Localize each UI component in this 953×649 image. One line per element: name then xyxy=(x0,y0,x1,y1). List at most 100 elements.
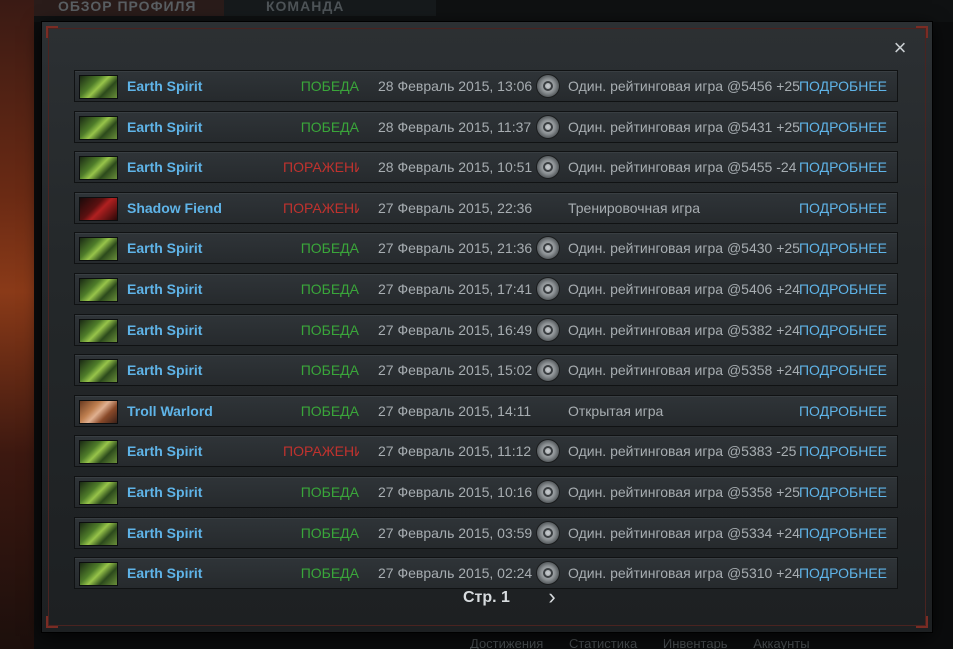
game-mode: Один. рейтинговая игра @5455 -24 xyxy=(568,159,797,176)
match-row[interactable]: Earth Spirit ПОРАЖЕНИ 28 Февраль 2015, 10:… xyxy=(74,151,898,184)
details-button[interactable]: ПОДРОБНЕЕ xyxy=(799,233,887,263)
hero-name[interactable]: Earth Spirit xyxy=(127,274,202,304)
match-date: 28 Февраль 2015, 10:51 xyxy=(378,159,533,176)
match-row[interactable]: Shadow Fiend ПОРАЖЕНИ 27 Февраль 2015, 22:… xyxy=(74,191,898,224)
game-mode: Один. рейтинговая игра @5358 +24 xyxy=(568,362,800,379)
match-date: 27 Февраль 2015, 15:02 xyxy=(378,362,533,379)
hero-name[interactable]: Earth Spirit xyxy=(127,355,202,385)
hero-portrait-icon xyxy=(79,156,118,181)
match-row[interactable]: Earth Spirit ПОБЕДА 27 Февраль 2015, 10:16… xyxy=(74,475,898,508)
ranked-badge-icon xyxy=(537,521,559,544)
hero-portrait-icon xyxy=(79,115,118,140)
background-scene xyxy=(0,0,34,649)
game-mode: Один. рейтинговая игра @5430 +25 xyxy=(568,240,800,257)
game-mode: Один. рейтинговая игра @5406 +24 xyxy=(568,280,800,297)
close-icon[interactable]: × xyxy=(890,37,910,59)
details-button[interactable]: ПОДРОБНЕЕ xyxy=(799,436,887,466)
ranked-badge-icon xyxy=(537,156,559,179)
details-button[interactable]: ПОДРОБНЕЕ xyxy=(799,355,887,385)
match-list: Earth Spirit ПОБЕДА 28 Февраль 2015, 13:06… xyxy=(74,70,898,598)
match-date: 27 Февраль 2015, 10:16 xyxy=(378,483,533,500)
details-button[interactable]: ПОДРОБНЕЕ xyxy=(799,71,887,101)
details-button[interactable]: ПОДРОБНЕЕ xyxy=(799,193,887,223)
ranked-badge-icon xyxy=(537,359,559,382)
details-button[interactable]: ПОДРОБНЕЕ xyxy=(799,396,887,426)
frame-corner xyxy=(916,616,928,628)
hero-name[interactable]: Earth Spirit xyxy=(127,71,202,101)
game-mode: Открытая игра xyxy=(568,402,664,419)
pagination: Стр. 1 › xyxy=(42,586,932,612)
match-row[interactable]: Earth Spirit ПОРАЖЕНИ 27 Февраль 2015, 11:… xyxy=(74,435,898,468)
hero-name[interactable]: Earth Spirit xyxy=(127,518,202,548)
hero-name[interactable]: Shadow Fiend xyxy=(127,193,222,223)
details-button[interactable]: ПОДРОБНЕЕ xyxy=(799,315,887,345)
chevron-right-icon[interactable]: › xyxy=(542,586,562,609)
details-button[interactable]: ПОДРОБНЕЕ xyxy=(799,558,887,588)
hero-name[interactable]: Earth Spirit xyxy=(127,315,202,345)
game-mode: Один. рейтинговая игра @5383 -25 xyxy=(568,443,797,460)
hero-name[interactable]: Troll Warlord xyxy=(127,396,213,426)
ranked-badge-icon xyxy=(537,562,559,585)
ranked-badge-icon xyxy=(537,318,559,341)
hero-name[interactable]: Earth Spirit xyxy=(127,112,202,142)
hero-name[interactable]: Earth Spirit xyxy=(127,558,202,588)
tab-profile-overview[interactable]: ОБЗОР ПРОФИЛЯ xyxy=(34,0,236,16)
game-mode: Один. рейтинговая игра @5358 +25 xyxy=(568,483,800,500)
match-result: ПОРАЖЕНИ xyxy=(283,443,359,460)
page-label: Стр. 1 xyxy=(463,589,510,606)
tab-team[interactable]: КОМАНДА xyxy=(224,0,436,16)
match-result: ПОБЕДА xyxy=(300,321,359,338)
bottom-link[interactable]: Инвентарь xyxy=(663,636,728,649)
match-row[interactable]: Earth Spirit ПОБЕДА 27 Февраль 2015, 17:41… xyxy=(74,272,898,305)
match-result: ПОБЕДА xyxy=(300,118,359,135)
match-date: 27 Февраль 2015, 16:49 xyxy=(378,321,533,338)
match-row[interactable]: Earth Spirit ПОБЕДА 27 Февраль 2015, 16:49… xyxy=(74,313,898,346)
game-mode: Один. рейтинговая игра @5431 +25 xyxy=(568,118,800,135)
details-button[interactable]: ПОДРОБНЕЕ xyxy=(799,112,887,142)
hero-portrait-icon xyxy=(79,359,118,384)
game-mode: Один. рейтинговая игра @5310 +24 xyxy=(568,565,800,582)
hero-portrait-icon xyxy=(79,318,118,343)
match-result: ПОБЕДА xyxy=(300,280,359,297)
bottom-link[interactable]: Аккаунты xyxy=(753,636,809,649)
match-result: ПОБЕДА xyxy=(300,565,359,582)
ranked-badge-icon xyxy=(537,75,559,97)
match-result: ПОБЕДА xyxy=(300,402,359,419)
hero-portrait-icon xyxy=(79,440,118,465)
hero-portrait-icon xyxy=(79,237,118,262)
match-row[interactable]: Troll Warlord ПОБЕДА 27 Февраль 2015, 14:1… xyxy=(74,394,898,427)
frame-corner xyxy=(46,26,58,38)
match-result: ПОБЕДА xyxy=(300,240,359,257)
hero-portrait-icon xyxy=(79,399,118,424)
game-mode: Один. рейтинговая игра @5334 +24 xyxy=(568,524,800,541)
match-row[interactable]: Earth Spirit ПОБЕДА 27 Февраль 2015, 21:36… xyxy=(74,232,898,265)
hero-portrait-icon xyxy=(79,480,118,505)
hero-portrait-icon xyxy=(79,277,118,302)
frame-corner xyxy=(46,616,58,628)
details-button[interactable]: ПОДРОБНЕЕ xyxy=(799,152,887,182)
hero-name[interactable]: Earth Spirit xyxy=(127,152,202,182)
details-button[interactable]: ПОДРОБНЕЕ xyxy=(799,518,887,548)
bottom-link[interactable]: Достижения xyxy=(470,636,543,649)
match-result: ПОБЕДА xyxy=(300,78,359,94)
match-date: 27 Февраль 2015, 21:36 xyxy=(378,240,533,257)
bottom-link[interactable]: Статистика xyxy=(569,636,637,649)
hero-name[interactable]: Earth Spirit xyxy=(127,233,202,263)
frame-corner xyxy=(916,26,928,38)
hero-name[interactable]: Earth Spirit xyxy=(127,477,202,507)
match-row[interactable]: Earth Spirit ПОБЕДА 28 Февраль 2015, 11:37… xyxy=(74,110,898,143)
details-button[interactable]: ПОДРОБНЕЕ xyxy=(799,477,887,507)
ranked-badge-icon xyxy=(537,277,559,300)
hero-name[interactable]: Earth Spirit xyxy=(127,436,202,466)
game-mode: Один. рейтинговая игра @5456 +25 xyxy=(568,78,800,94)
match-row[interactable]: Earth Spirit ПОБЕДА 28 Февраль 2015, 13:06… xyxy=(74,70,898,102)
match-result: ПОБЕДА xyxy=(300,483,359,500)
match-row[interactable]: Earth Spirit ПОБЕДА 27 Февраль 2015, 15:02… xyxy=(74,354,898,387)
details-button[interactable]: ПОДРОБНЕЕ xyxy=(799,274,887,304)
background-bottom-links: Достижения Статистика Инвентарь Аккаунты xyxy=(470,632,910,649)
match-row[interactable]: Earth Spirit ПОБЕДА 27 Февраль 2015, 02:24… xyxy=(74,557,898,590)
match-row[interactable]: Earth Spirit ПОБЕДА 27 Февраль 2015, 03:59… xyxy=(74,516,898,549)
match-history-modal: × Earth Spirit ПОБЕДА 28 Февраль 2015, 13:… xyxy=(42,22,932,632)
hero-portrait-icon xyxy=(79,521,118,546)
hero-portrait-icon xyxy=(79,196,118,221)
